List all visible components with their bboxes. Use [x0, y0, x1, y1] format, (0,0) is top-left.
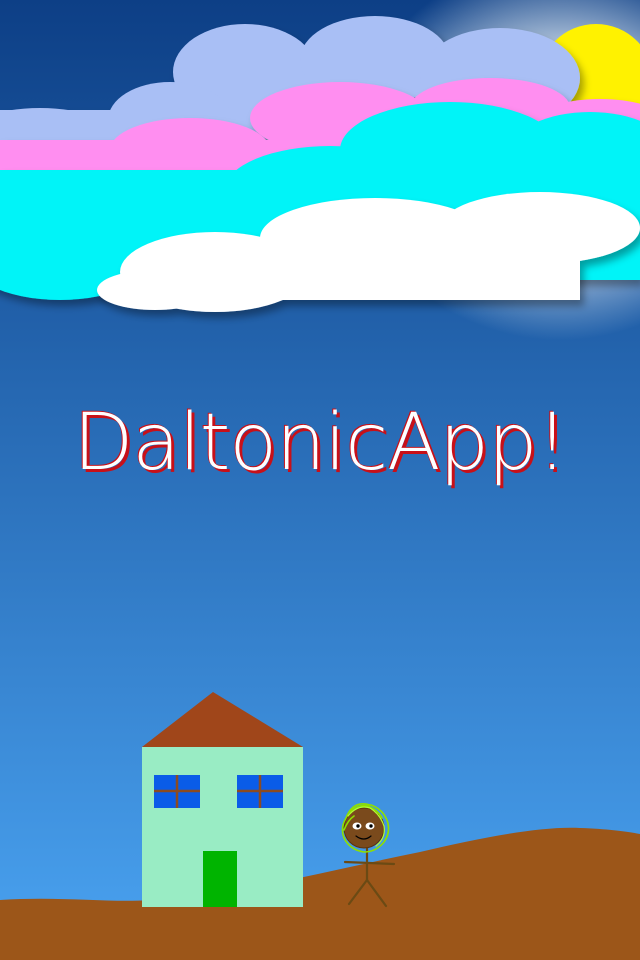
house-window-left [154, 775, 200, 808]
house-door [203, 851, 237, 907]
app-title: DaltonicApp! [73, 398, 567, 488]
house-window-right [237, 775, 283, 808]
splash-screen: DaltonicApp! [0, 0, 640, 960]
